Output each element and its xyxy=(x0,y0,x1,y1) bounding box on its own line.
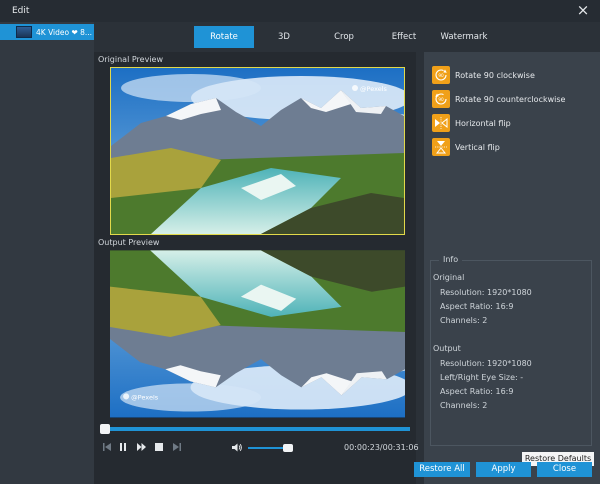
rotate-counterclockwise-action[interactable]: 90 Rotate 90 counterclockwise xyxy=(432,90,565,108)
apply-button[interactable]: Apply xyxy=(476,462,531,477)
fast-forward-icon[interactable] xyxy=(136,442,146,452)
landscape-image: @Pexels xyxy=(111,68,404,234)
horizontal-flip-action[interactable]: Horizontal flip xyxy=(432,114,511,132)
landscape-image-flipped: @Pexels xyxy=(110,250,405,418)
output-channels: Channels: 2 xyxy=(440,401,488,410)
original-resolution: Resolution: 1920*1080 xyxy=(440,288,532,297)
file-list-item[interactable]: 4K Video ❤ 8... xyxy=(0,24,94,40)
skip-forward-icon[interactable] xyxy=(172,442,182,452)
main-area: Rotate 3D Crop Effect Watermark Original… xyxy=(94,22,600,484)
svg-text:90: 90 xyxy=(438,97,444,102)
info-box: Info Original Resolution: 1920*1080 Aspe… xyxy=(430,255,592,446)
original-preview[interactable]: @Pexels xyxy=(110,67,405,235)
close-button[interactable]: Close xyxy=(537,462,592,477)
tab-effect[interactable]: Effect xyxy=(374,26,434,48)
volume-icon[interactable] xyxy=(232,442,242,452)
file-list-sidebar: 4K Video ❤ 8... xyxy=(0,22,94,484)
close-icon[interactable]: × xyxy=(576,3,590,18)
playback-timeline[interactable] xyxy=(100,424,410,434)
volume-knob[interactable] xyxy=(282,444,293,452)
output-eye-size: Left/Right Eye Size: - xyxy=(440,373,524,382)
output-heading: Output xyxy=(433,344,461,353)
tab-watermark[interactable]: Watermark xyxy=(434,26,494,48)
vertical-flip-icon xyxy=(432,138,450,156)
rotate-clockwise-label: Rotate 90 clockwise xyxy=(455,70,535,80)
original-channels: Channels: 2 xyxy=(440,316,488,325)
svg-text:90: 90 xyxy=(438,73,444,78)
rotate-counterclockwise-icon: 90 xyxy=(432,90,450,108)
output-aspect-ratio: Aspect Ratio: 16:9 xyxy=(440,387,514,396)
rotate-clockwise-icon: 90 xyxy=(432,66,450,84)
tab-rotate[interactable]: Rotate xyxy=(194,26,254,48)
timecode: 00:00:23/00:31:06 xyxy=(344,443,419,452)
title-bar: Edit × xyxy=(0,0,600,22)
tab-3d[interactable]: 3D xyxy=(254,26,314,48)
rotate-options-panel: 90 Rotate 90 clockwise 90 Rotate 90 coun… xyxy=(424,52,600,484)
output-preview: @Pexels xyxy=(110,250,405,418)
edit-window: Edit × 4K Video ❤ 8... Rotate 3D Crop Ef… xyxy=(0,0,600,484)
original-heading: Original xyxy=(433,273,465,282)
rotate-counterclockwise-label: Rotate 90 counterclockwise xyxy=(455,94,566,104)
video-thumbnail xyxy=(16,26,32,38)
output-preview-label: Output Preview xyxy=(98,238,160,247)
vertical-flip-action[interactable]: Vertical flip xyxy=(432,138,500,156)
horizontal-flip-label: Horizontal flip xyxy=(455,118,511,128)
watermark-text: @Pexels xyxy=(360,85,388,93)
timeline-handle[interactable] xyxy=(100,424,110,434)
edit-tabs: Rotate 3D Crop Effect Watermark xyxy=(94,26,600,48)
rotate-clockwise-action[interactable]: 90 Rotate 90 clockwise xyxy=(432,66,535,84)
volume-slider[interactable] xyxy=(248,444,293,452)
preview-column: Original Preview @Pexels Output Preview … xyxy=(94,52,419,484)
info-title: Info xyxy=(439,255,463,264)
pause-icon[interactable] xyxy=(118,442,128,452)
tab-crop[interactable]: Crop xyxy=(314,26,374,48)
restore-all-button[interactable]: Restore All xyxy=(414,462,470,477)
stop-icon[interactable] xyxy=(154,442,164,452)
vertical-flip-label: Vertical flip xyxy=(455,142,500,152)
volume-fill xyxy=(248,447,288,449)
horizontal-flip-icon xyxy=(432,114,450,132)
window-title: Edit xyxy=(12,6,30,16)
original-preview-label: Original Preview xyxy=(98,55,163,64)
watermark-text-output: @Pexels xyxy=(131,393,159,401)
file-name: 4K Video ❤ 8... xyxy=(36,27,93,37)
skip-back-icon[interactable] xyxy=(102,442,112,452)
output-resolution: Resolution: 1920*1080 xyxy=(440,359,532,368)
playback-controls: 00:00:23/00:31:06 xyxy=(94,438,419,458)
original-aspect-ratio: Aspect Ratio: 16:9 xyxy=(440,302,514,311)
